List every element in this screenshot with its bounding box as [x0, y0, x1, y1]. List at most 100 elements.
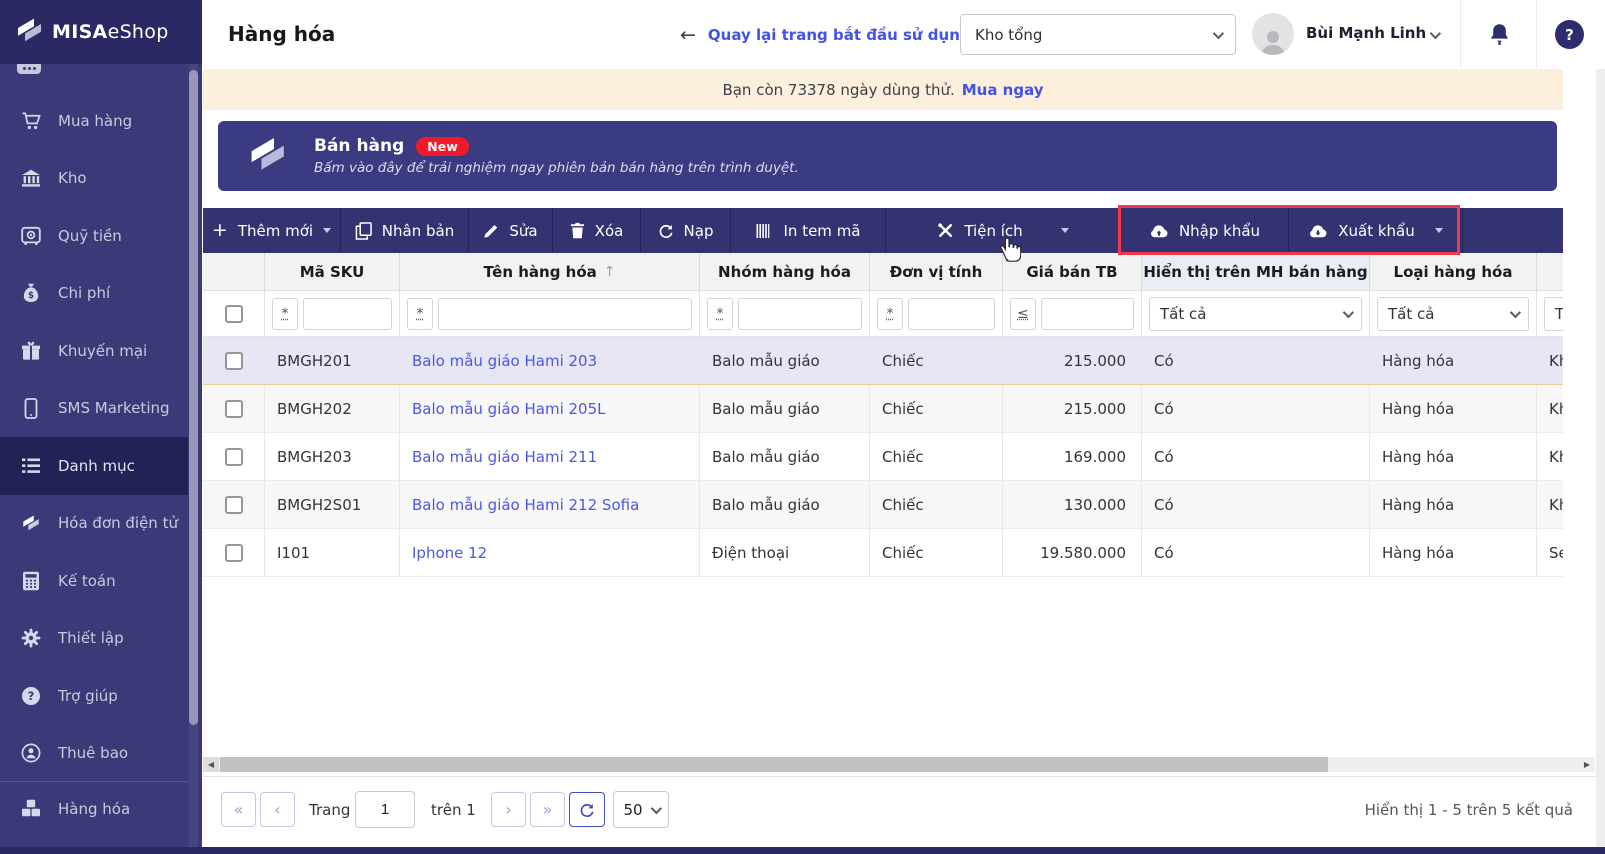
table-row[interactable]: I101 Iphone 12 Điện thoại Chiếc 19.580.0…: [203, 529, 1563, 577]
sidebar-item-chi-phi[interactable]: $ Chi phí: [0, 265, 188, 323]
sidebar-item-sms-marketing[interactable]: SMS Marketing: [0, 380, 188, 438]
export-button[interactable]: Xuất khẩu: [1289, 208, 1463, 253]
column-header-sku[interactable]: Mã SKU: [265, 253, 400, 291]
table-header-row: Mã SKU Tên hàng hóa ↑ Nhóm hàng hóa Đơn v…: [203, 253, 1563, 291]
row-checkbox[interactable]: [224, 495, 243, 514]
user-menu[interactable]: Bùi Mạnh Linh: [1306, 24, 1426, 42]
filter-input-price[interactable]: [1041, 297, 1134, 330]
row-checkbox[interactable]: [224, 543, 243, 562]
row-checkbox[interactable]: [224, 399, 243, 418]
next-page-button[interactable]: ›: [491, 792, 526, 827]
chevron-down-icon: [650, 802, 662, 814]
duplicate-button[interactable]: Nhân bản: [341, 208, 469, 253]
reload-button[interactable]: Nạp: [641, 208, 731, 253]
buy-now-link[interactable]: Mua ngay: [962, 81, 1044, 99]
cell-type: Hàng hóa: [1370, 337, 1537, 385]
filter-op-sku[interactable]: *: [272, 297, 298, 330]
prev-page-button[interactable]: ‹: [260, 792, 295, 827]
column-header-group[interactable]: Nhóm hàng hóa: [700, 253, 870, 291]
store-selector[interactable]: Kho tổng: [960, 14, 1236, 55]
chevron-down-icon: [1509, 306, 1522, 318]
sidebar-item-thue-bao[interactable]: Thuê bao: [0, 725, 188, 783]
app-logo[interactable]: MISAeShop: [0, 0, 202, 64]
table-row[interactable]: BMGH2S01 Balo mẫu giáo Hami 212 Sofia Ba…: [203, 481, 1563, 529]
select-all-checkbox[interactable]: [224, 304, 243, 323]
filter-input-unit[interactable]: [908, 297, 995, 330]
page-size-select[interactable]: 50: [613, 791, 669, 828]
add-new-button[interactable]: + Thêm mới: [203, 208, 341, 253]
utilities-button[interactable]: Tiện ích: [886, 208, 1121, 253]
table-row[interactable]: BMGH202 Balo mẫu giáo Hami 205L Balo mẫu…: [203, 385, 1563, 433]
chevron-down-icon: [1212, 27, 1225, 39]
row-checkbox[interactable]: [224, 351, 243, 370]
column-header-show-on-pos[interactable]: Hiển thị trên MH bán hàng: [1142, 253, 1370, 291]
column-header-type[interactable]: Loại hàng hóa: [1370, 253, 1537, 291]
page-number-input[interactable]: [355, 791, 415, 828]
sidebar-item-label: Kho: [58, 169, 87, 188]
horizontal-scrollbar[interactable]: ◀ ▶: [203, 757, 1595, 772]
cell-unit: Chiếc: [870, 337, 1003, 385]
page-scrollbar-gutter[interactable]: [1596, 69, 1605, 847]
sidebar-item-khuyen-mai[interactable]: Khuyến mại: [0, 322, 188, 380]
product-link[interactable]: Balo mẫu giáo Hami 203: [400, 337, 700, 385]
filter-op-group[interactable]: *: [707, 297, 733, 330]
product-link[interactable]: Iphone 12: [400, 529, 700, 577]
plus-icon: +: [211, 219, 228, 241]
table-row[interactable]: BMGH201 Balo mẫu giáo Hami 203 Balo mẫu …: [203, 337, 1563, 385]
trash-icon: [570, 222, 584, 239]
sidebar-item-quy-tien[interactable]: Quỹ tiền: [0, 207, 188, 265]
filter-select-extra[interactable]: Tấ: [1544, 296, 1563, 331]
product-link[interactable]: Balo mẫu giáo Hami 211: [400, 433, 700, 481]
scroll-right-arrow[interactable]: ▶: [1579, 757, 1595, 772]
product-link[interactable]: Balo mẫu giáo Hami 212 Sofia: [400, 481, 700, 529]
scroll-left-arrow[interactable]: ◀: [203, 757, 219, 772]
last-page-button[interactable]: »: [530, 792, 565, 827]
column-header-name[interactable]: Tên hàng hóa ↑: [400, 253, 700, 291]
filter-input-group[interactable]: [738, 297, 862, 330]
sidebar: Mua hàng Kho Quỹ tiền $ Chi phí Khuyến m…: [0, 0, 202, 854]
sidebar-item-mua-hang[interactable]: Mua hàng: [0, 92, 188, 150]
first-page-button[interactable]: «: [221, 792, 256, 827]
filter-select-type[interactable]: Tất cả: [1377, 296, 1529, 331]
help-button[interactable]: ?: [1555, 20, 1584, 49]
page-label: Trang: [309, 801, 351, 819]
print-label-button[interactable]: In tem mã: [731, 208, 886, 253]
product-link[interactable]: Balo mẫu giáo Hami 205L: [400, 385, 700, 433]
sidebar-scrollbar-thumb[interactable]: [189, 70, 198, 725]
sidebar-item-hang-hoa[interactable]: Hàng hóa: [0, 782, 188, 835]
avatar[interactable]: [1252, 13, 1294, 55]
user-chevron-icon[interactable]: [1429, 27, 1442, 40]
row-checkbox[interactable]: [224, 447, 243, 466]
edit-label: Sửa: [509, 221, 538, 240]
column-header-extra[interactable]: [1537, 253, 1563, 291]
sidebar-item-danh-muc[interactable]: Danh mục: [0, 437, 188, 495]
sidebar-item-thiet-lap[interactable]: Thiết lập: [0, 610, 188, 668]
sidebar-item-hoa-don-dien-tu[interactable]: Hóa đơn điện tử: [0, 495, 188, 553]
back-link[interactable]: ← Quay lại trang bắt đầu sử dụng: [680, 0, 971, 69]
caret-down-icon: [1434, 228, 1443, 233]
import-button[interactable]: Nhập khẩu: [1121, 208, 1289, 253]
filter-select-show-on-pos[interactable]: Tất cả: [1149, 296, 1362, 331]
sidebar-item-tro-giup[interactable]: ? Trợ giúp: [0, 667, 188, 725]
misa-swoosh-icon: [246, 132, 288, 180]
filter-op-name[interactable]: *: [407, 297, 433, 330]
column-header-unit[interactable]: Đơn vị tính: [870, 253, 1003, 291]
filter-input-name[interactable]: [438, 297, 692, 330]
sidebar-item-kho[interactable]: Kho: [0, 150, 188, 208]
column-header-price[interactable]: Giá bán TB: [1003, 253, 1142, 291]
notification-bell-button[interactable]: [1483, 19, 1515, 51]
filter-op-unit[interactable]: *: [877, 297, 903, 330]
edit-button[interactable]: Sửa: [469, 208, 553, 253]
promo-banner[interactable]: Bán hàng New Bấm vào đây để trải nghiệm …: [218, 121, 1557, 191]
sidebar-item-ke-toan[interactable]: Kế toán: [0, 552, 188, 610]
delete-button[interactable]: Xóa: [553, 208, 641, 253]
sidebar-item-label: Chi phí: [58, 284, 111, 303]
refresh-page-button[interactable]: [569, 792, 605, 827]
filter-op-price[interactable]: ≤: [1010, 297, 1036, 330]
horizontal-scrollbar-thumb[interactable]: [220, 757, 1328, 772]
bell-icon: [1490, 24, 1508, 45]
table-row[interactable]: BMGH203 Balo mẫu giáo Hami 211 Balo mẫu …: [203, 433, 1563, 481]
cell-group: Balo mẫu giáo: [700, 337, 870, 385]
cell-type: Hàng hóa: [1370, 481, 1537, 529]
filter-input-sku[interactable]: [303, 297, 392, 330]
